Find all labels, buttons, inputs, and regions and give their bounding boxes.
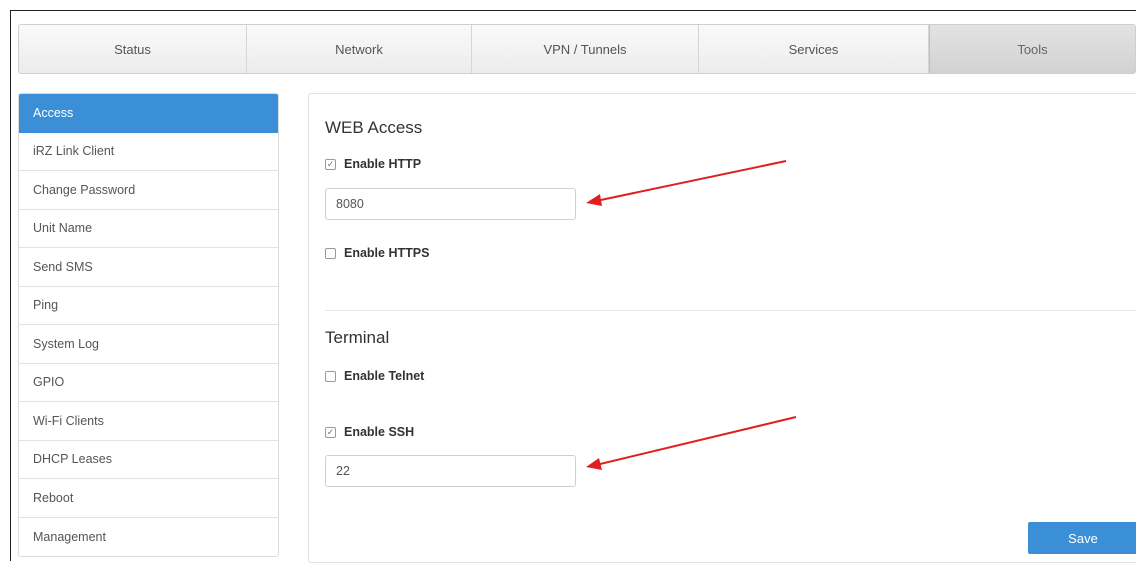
sidebar-item-irz-link-client[interactable]: iRZ Link Client bbox=[19, 132, 278, 171]
sidebar-item-access[interactable]: Access bbox=[19, 94, 278, 133]
terminal-heading: Terminal bbox=[325, 328, 390, 347]
enable-http-row: ✓ Enable HTTP bbox=[325, 157, 421, 171]
sidebar-item-reboot[interactable]: Reboot bbox=[19, 479, 278, 518]
enable-https-checkbox[interactable] bbox=[325, 247, 336, 259]
sidebar-item-change-password[interactable]: Change Password bbox=[19, 171, 278, 210]
enable-https-label: Enable HTTPS bbox=[344, 246, 430, 260]
enable-http-checkbox[interactable]: ✓ bbox=[325, 158, 336, 170]
sidebar-item-system-log[interactable]: System Log bbox=[19, 325, 278, 364]
sidebar-item-gpio[interactable]: GPIO bbox=[19, 363, 278, 402]
enable-https-row: Enable HTTPS bbox=[325, 246, 429, 260]
enable-ssh-label: Enable SSH bbox=[344, 425, 415, 439]
main-tab-bar: Status Network VPN / Tunnels Services To… bbox=[18, 24, 1136, 74]
web-access-heading: WEB Access bbox=[325, 118, 423, 137]
http-port-input[interactable] bbox=[325, 188, 576, 220]
sidebar-item-ping[interactable]: Ping bbox=[19, 286, 278, 325]
ssh-port-input[interactable] bbox=[325, 455, 576, 487]
window-frame-top bbox=[10, 10, 1136, 11]
settings-panel: WEB Access ✓ Enable HTTP Enable HTTPS Te… bbox=[308, 93, 1136, 563]
tab-vpn-tunnels[interactable]: VPN / Tunnels bbox=[472, 25, 699, 73]
sidebar-item-unit-name[interactable]: Unit Name bbox=[19, 209, 278, 248]
tab-status[interactable]: Status bbox=[19, 25, 247, 73]
section-divider bbox=[325, 310, 1136, 311]
save-button[interactable]: Save bbox=[1028, 522, 1136, 554]
sidebar-item-send-sms[interactable]: Send SMS bbox=[19, 248, 278, 287]
enable-telnet-checkbox[interactable] bbox=[325, 370, 336, 382]
enable-telnet-label: Enable Telnet bbox=[344, 369, 425, 383]
enable-telnet-row: Enable Telnet bbox=[325, 369, 424, 383]
sidebar-menu: Access iRZ Link Client Change Password U… bbox=[18, 93, 279, 557]
enable-ssh-row: ✓ Enable SSH bbox=[325, 425, 414, 439]
window-frame-left bbox=[10, 10, 11, 561]
enable-http-label: Enable HTTP bbox=[344, 157, 422, 171]
tab-services[interactable]: Services bbox=[699, 25, 929, 73]
sidebar-item-dhcp-leases[interactable]: DHCP Leases bbox=[19, 440, 278, 479]
sidebar-item-wifi-clients[interactable]: Wi-Fi Clients bbox=[19, 402, 278, 441]
tab-network[interactable]: Network bbox=[247, 25, 472, 73]
enable-ssh-checkbox[interactable]: ✓ bbox=[325, 426, 336, 438]
tab-tools[interactable]: Tools bbox=[929, 25, 1135, 73]
sidebar-item-management[interactable]: Management bbox=[19, 517, 278, 556]
